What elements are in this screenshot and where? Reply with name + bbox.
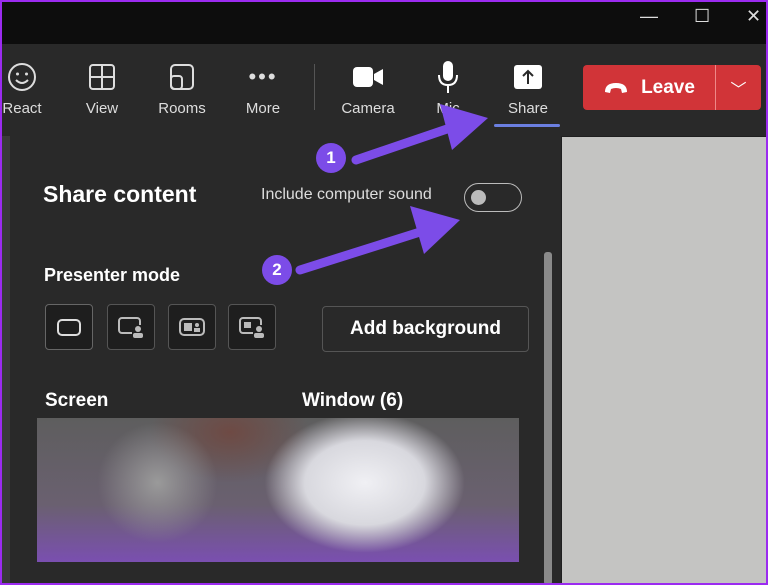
step-2-badge: 2 [272, 260, 282, 279]
arrow-1 [316, 104, 488, 173]
arrow-2 [262, 206, 460, 285]
step-1-badge: 1 [326, 148, 336, 167]
annotation-arrows [262, 104, 488, 285]
